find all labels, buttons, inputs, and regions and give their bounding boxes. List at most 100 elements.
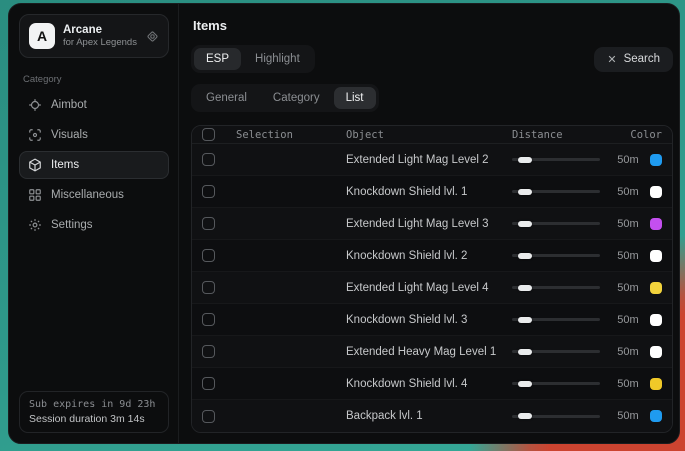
color-swatch[interactable] [650, 154, 662, 166]
distance-slider[interactable] [512, 186, 600, 198]
row-checkbox[interactable] [202, 410, 215, 423]
object-name: Extended Heavy Mag Level 1 [346, 346, 512, 358]
distance-value: 50m [608, 186, 648, 198]
distance-slider[interactable] [512, 410, 600, 422]
arcane-logo: A [29, 23, 55, 49]
sidebar-item-label: Visuals [51, 129, 88, 141]
table-header: Selection Object Distance Color [192, 126, 672, 144]
row-checkbox[interactable] [202, 185, 215, 198]
slider-thumb[interactable] [518, 413, 532, 419]
header-color: Color [608, 129, 662, 141]
shield-icon[interactable] [146, 30, 159, 43]
table-row: Backpack lvl. 1 50m [192, 400, 672, 432]
crosshair-icon [28, 98, 42, 112]
tab-highlight[interactable]: Highlight [243, 48, 312, 70]
x-icon: ✕ [607, 53, 616, 66]
session-card: Sub expires in 9d 23h Session duration 3… [19, 391, 169, 433]
slider-thumb[interactable] [518, 317, 532, 323]
sidebar-item-label: Miscellaneous [51, 189, 124, 201]
distance-value: 50m [608, 346, 648, 358]
sidebar-item-items[interactable]: Items [19, 151, 169, 179]
row-checkbox[interactable] [202, 345, 215, 358]
color-swatch[interactable] [650, 378, 662, 390]
toolbar: ESP Highlight ✕ Search [191, 45, 673, 73]
row-checkbox[interactable] [202, 153, 215, 166]
logo-card: A Arcane for Apex Legends [19, 14, 169, 58]
sidebar-item-miscellaneous[interactable]: Miscellaneous [19, 181, 169, 209]
table-row: Knockdown Shield lvl. 1 50m [192, 176, 672, 208]
distance-value: 50m [608, 410, 648, 422]
table-row: Knockdown Shield lvl. 2 50m [192, 240, 672, 272]
view-tabs: General Category List [191, 84, 673, 112]
page-title: Items [193, 18, 673, 33]
tab-category[interactable]: Category [261, 87, 332, 109]
table-row: Knockdown Shield lvl. 3 50m [192, 304, 672, 336]
row-checkbox[interactable] [202, 377, 215, 390]
row-checkbox[interactable] [202, 217, 215, 230]
slider-thumb[interactable] [518, 285, 532, 291]
eye-icon [28, 128, 42, 142]
row-checkbox[interactable] [202, 313, 215, 326]
mode-tab-group: ESP Highlight [191, 45, 315, 73]
distance-slider[interactable] [512, 154, 600, 166]
session-duration-text: Session duration 3m 14s [29, 413, 159, 425]
slider-thumb[interactable] [518, 157, 532, 163]
header-distance: Distance [512, 129, 608, 141]
gear-icon [28, 218, 42, 232]
sidebar-item-settings[interactable]: Settings [19, 211, 169, 239]
sidebar-item-aimbot[interactable]: Aimbot [19, 91, 169, 119]
app-title: Arcane [63, 23, 138, 37]
color-swatch[interactable] [650, 410, 662, 422]
tab-list[interactable]: List [334, 87, 376, 109]
object-name: Knockdown Shield lvl. 3 [346, 314, 512, 326]
object-name: Knockdown Shield lvl. 4 [346, 378, 512, 390]
tab-esp[interactable]: ESP [194, 48, 241, 70]
table-row: Extended Heavy Mag Level 1 50m [192, 336, 672, 368]
object-name: Knockdown Shield lvl. 1 [346, 186, 512, 198]
slider-thumb[interactable] [518, 189, 532, 195]
distance-slider[interactable] [512, 282, 600, 294]
app-subtitle: for Apex Legends [63, 37, 138, 49]
color-swatch[interactable] [650, 346, 662, 358]
distance-slider[interactable] [512, 218, 600, 230]
sidebar: A Arcane for Apex Legends Category [9, 4, 179, 443]
object-name: Extended Light Mag Level 3 [346, 218, 512, 230]
game-background: A Arcane for Apex Legends Category [0, 0, 685, 451]
sidebar-item-label: Aimbot [51, 99, 87, 111]
slider-thumb[interactable] [518, 349, 532, 355]
slider-thumb[interactable] [518, 221, 532, 227]
distance-value: 50m [608, 250, 648, 262]
distance-slider[interactable] [512, 378, 600, 390]
slider-thumb[interactable] [518, 381, 532, 387]
category-label: Category [23, 74, 169, 85]
distance-slider[interactable] [512, 346, 600, 358]
object-name: Extended Light Mag Level 2 [346, 154, 512, 166]
tab-general[interactable]: General [194, 87, 259, 109]
distance-value: 50m [608, 154, 648, 166]
search-button-label: Search [624, 53, 660, 65]
color-swatch[interactable] [650, 186, 662, 198]
object-name: Extended Light Mag Level 4 [346, 282, 512, 294]
sidebar-item-visuals[interactable]: Visuals [19, 121, 169, 149]
slider-thumb[interactable] [518, 253, 532, 259]
search-button[interactable]: ✕ Search [594, 47, 673, 72]
color-swatch[interactable] [650, 218, 662, 230]
distance-value: 50m [608, 314, 648, 326]
main-panel: Items ESP Highlight ✕ Search General Cat… [179, 4, 680, 443]
color-swatch[interactable] [650, 282, 662, 294]
row-checkbox[interactable] [202, 281, 215, 294]
select-all-checkbox[interactable] [202, 128, 215, 141]
color-swatch[interactable] [650, 250, 662, 262]
sidebar-item-label: Items [51, 159, 79, 171]
distance-value: 50m [608, 218, 648, 230]
row-checkbox[interactable] [202, 249, 215, 262]
distance-slider[interactable] [512, 250, 600, 262]
distance-slider[interactable] [512, 314, 600, 326]
distance-value: 50m [608, 282, 648, 294]
items-table: Selection Object Distance Color Extended… [191, 125, 673, 433]
sidebar-item-label: Settings [51, 219, 93, 231]
object-name: Backpack lvl. 1 [346, 410, 512, 422]
object-name: Knockdown Shield lvl. 2 [346, 250, 512, 262]
color-swatch[interactable] [650, 314, 662, 326]
table-row: Extended Light Mag Level 2 50m [192, 144, 672, 176]
